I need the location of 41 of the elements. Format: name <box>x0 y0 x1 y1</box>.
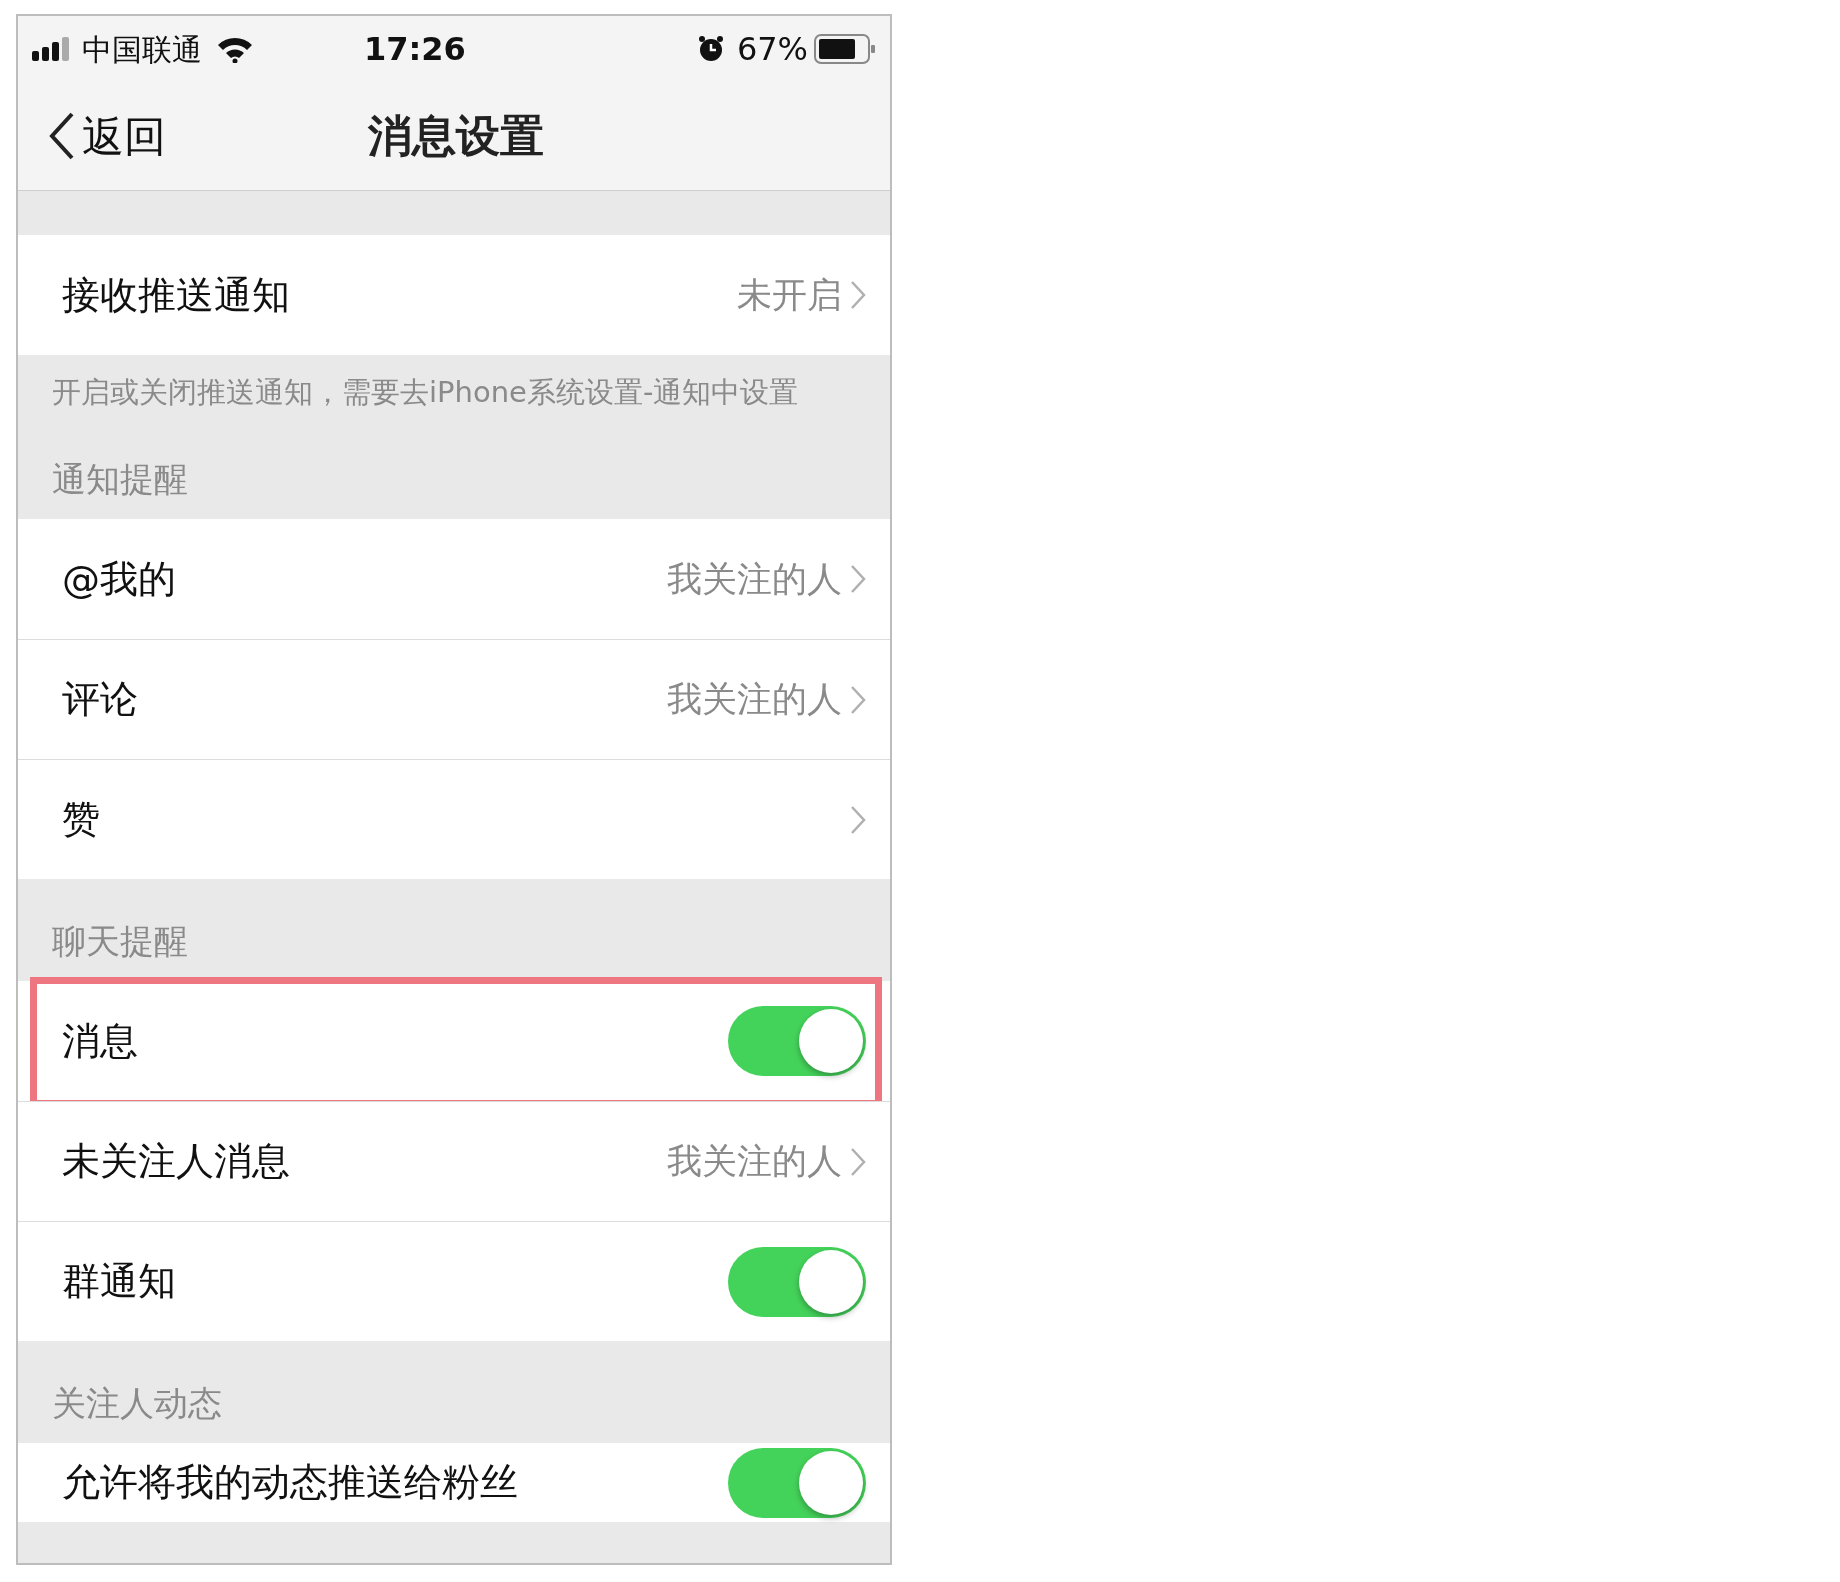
footer-note: 开启或关闭推送通知，需要去iPhone系统设置-通知中设置 <box>52 374 800 411</box>
settings-row[interactable]: 允许将我的动态推送给粉丝 <box>18 1443 890 1522</box>
row-label: 消息 <box>62 1017 138 1065</box>
settings-row[interactable]: 接收推送通知 未开启 <box>18 235 890 355</box>
toggle-switch[interactable] <box>728 1447 866 1518</box>
toggle-switch[interactable] <box>728 1006 866 1076</box>
section-header: 通知提醒 <box>52 459 188 499</box>
chevron-right-icon <box>850 280 866 310</box>
settings-row[interactable]: 评论 我关注的人 <box>18 639 890 759</box>
chevron-left-icon <box>48 111 76 161</box>
toggle-switch[interactable] <box>728 1246 866 1317</box>
clock-time: 17:26 <box>364 29 466 70</box>
settings-row[interactable]: 未关注人消息 我关注的人 <box>18 1101 890 1221</box>
chevron-right-icon <box>850 1146 866 1177</box>
back-button[interactable]: 返回 <box>18 104 166 168</box>
battery-percent: 67% <box>736 29 808 70</box>
row-label: 未关注人消息 <box>62 1138 290 1185</box>
wifi-icon <box>216 35 254 63</box>
row-label: 群通知 <box>62 1258 176 1305</box>
row-value: 我关注的人 <box>667 678 842 722</box>
section-header: 关注人动态 <box>52 1383 222 1423</box>
section-header: 聊天提醒 <box>52 921 188 961</box>
chevron-right-icon <box>850 564 866 594</box>
chevron-right-icon <box>850 804 866 835</box>
settings-row[interactable]: @我的 我关注的人 <box>18 519 890 639</box>
row-label: @我的 <box>62 555 176 603</box>
signal-icon <box>32 37 72 61</box>
page-title: 消息设置 <box>368 109 544 163</box>
row-label: 允许将我的动态推送给粉丝 <box>62 1459 518 1506</box>
carrier-name: 中国联通 <box>82 30 202 69</box>
settings-row[interactable]: 群通知 <box>18 1221 890 1341</box>
row-value: 未开启 <box>737 273 842 317</box>
alarm-clock-icon <box>696 35 725 63</box>
battery-icon <box>814 34 876 64</box>
row-label: 赞 <box>62 796 100 843</box>
row-label: 评论 <box>62 676 138 723</box>
row-value: 我关注的人 <box>667 1140 842 1184</box>
row-label: 接收推送通知 <box>62 271 290 319</box>
chevron-right-icon <box>850 684 866 715</box>
settings-row[interactable]: 赞 <box>18 759 890 879</box>
row-value: 我关注的人 <box>667 557 842 601</box>
